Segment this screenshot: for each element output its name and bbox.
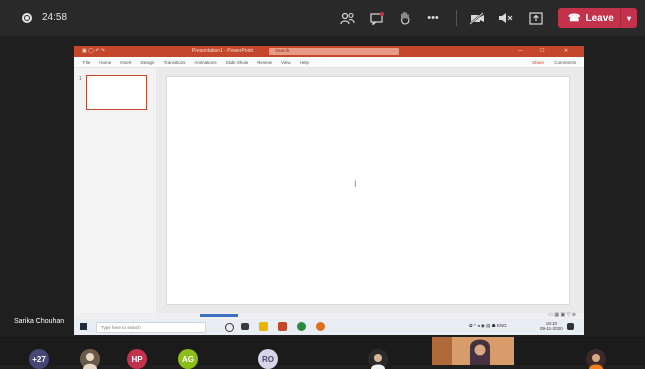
participant-strip: +27 HP AG RO bbox=[0, 337, 645, 369]
ppt-workspace: 1 I bbox=[74, 68, 584, 313]
recording-icon bbox=[22, 13, 32, 23]
raise-hand-icon[interactable] bbox=[396, 9, 414, 27]
tab-help[interactable]: Help bbox=[300, 60, 309, 65]
shared-screen: ▣ ◯ ↶ ↷ Presentation1 - PowerPoint Searc… bbox=[74, 46, 584, 335]
ppt-title: Presentation1 - PowerPoint bbox=[192, 48, 253, 54]
taskbar-search-placeholder: Type here to search bbox=[101, 325, 141, 330]
tab-animations[interactable]: Animations bbox=[194, 60, 216, 65]
system-tray-icons[interactable]: ✿ ^ ◂ ◉ ▤ ☗ ENG bbox=[469, 323, 507, 329]
text-cursor-icon: I bbox=[354, 180, 357, 190]
ppt-title-bar: ▣ ◯ ↶ ↷ Presentation1 - PowerPoint Searc… bbox=[74, 46, 584, 57]
camera-off-icon[interactable] bbox=[468, 9, 486, 27]
participant-video-tile[interactable] bbox=[432, 337, 514, 365]
slide-canvas[interactable]: I bbox=[166, 76, 570, 305]
taskbar-clock[interactable]: 19:10 09-11-2020 bbox=[540, 321, 563, 331]
share-button[interactable]: Share bbox=[532, 60, 544, 65]
notification-icon[interactable] bbox=[567, 323, 574, 330]
task-view-icon[interactable] bbox=[241, 323, 249, 330]
more-participants-badge[interactable]: +27 bbox=[29, 349, 49, 369]
more-options-icon[interactable]: ••• bbox=[424, 9, 442, 27]
tab-file[interactable]: File bbox=[83, 60, 90, 65]
scrollbar-thumb[interactable] bbox=[200, 314, 238, 317]
autosave-icon: ▣ ◯ ↶ ↷ bbox=[82, 48, 105, 54]
tab-slide-show[interactable]: Slide Show bbox=[226, 60, 249, 65]
comments-button[interactable]: Comments bbox=[554, 60, 576, 65]
tab-design[interactable]: Design bbox=[141, 60, 155, 65]
meeting-timer: 24:58 bbox=[42, 12, 68, 23]
windows-start-icon[interactable] bbox=[80, 323, 87, 330]
tab-insert[interactable]: Insert bbox=[120, 60, 131, 65]
participant-photo[interactable] bbox=[586, 349, 606, 369]
taskbar-search[interactable]: Type here to search bbox=[96, 322, 206, 333]
tab-view[interactable]: View bbox=[281, 60, 291, 65]
participant-photo[interactable] bbox=[368, 349, 388, 369]
participant-photo[interactable] bbox=[80, 349, 100, 369]
mute-icon[interactable] bbox=[497, 9, 515, 27]
ppt-search-placeholder: Search bbox=[275, 48, 290, 53]
file-explorer-icon[interactable] bbox=[259, 322, 268, 331]
leave-label: Leave bbox=[585, 12, 614, 24]
clock-date: 09-11-2020 bbox=[540, 326, 563, 331]
view-buttons-icon[interactable]: ▭ ▦ ▣ ▽ ⊕ bbox=[548, 312, 576, 318]
tab-review[interactable]: Review bbox=[257, 60, 272, 65]
slide-thumbnail[interactable] bbox=[86, 75, 147, 110]
meeting-control-bar: 24:58 ••• ☎ Leave ▾ bbox=[0, 0, 645, 36]
participant-avatar-ag[interactable]: AG bbox=[178, 349, 198, 369]
slide-thumbnail-pane: 1 bbox=[74, 68, 156, 313]
chevron-down-icon[interactable]: ▾ bbox=[620, 8, 637, 28]
powerpoint-icon[interactable] bbox=[278, 322, 287, 331]
tray-language: ENG bbox=[496, 323, 507, 328]
tab-home[interactable]: Home bbox=[99, 60, 111, 65]
cortana-icon[interactable] bbox=[225, 323, 234, 332]
slide-number: 1 bbox=[79, 76, 82, 82]
divider bbox=[456, 10, 457, 26]
windows-taskbar: Type here to search ✿ ^ ◂ ◉ ▤ ☗ ENG 19:1… bbox=[74, 319, 584, 335]
ppt-search-box[interactable]: Search bbox=[269, 48, 399, 55]
firefox-icon[interactable] bbox=[316, 322, 325, 331]
participant-avatar-ro[interactable]: RO bbox=[258, 349, 278, 369]
tab-transitions[interactable]: Transitions bbox=[164, 60, 186, 65]
phone-icon: ☎ bbox=[568, 12, 581, 24]
ppt-ribbon-tabs: File Home Insert Design Transitions Anim… bbox=[74, 57, 584, 68]
participants-icon[interactable] bbox=[338, 9, 356, 27]
chrome-icon[interactable] bbox=[297, 322, 306, 331]
chat-icon[interactable] bbox=[368, 9, 386, 27]
close-icon[interactable]: ✕ bbox=[564, 48, 568, 54]
minimize-icon[interactable]: — bbox=[518, 48, 523, 54]
share-tray-icon[interactable] bbox=[527, 9, 545, 27]
leave-button[interactable]: ☎ Leave ▾ bbox=[558, 8, 637, 28]
participant-avatar-hp[interactable]: HP bbox=[127, 349, 147, 369]
maximize-icon[interactable]: ☐ bbox=[540, 48, 544, 54]
presenter-name: Sarika Chouhan bbox=[14, 318, 65, 325]
